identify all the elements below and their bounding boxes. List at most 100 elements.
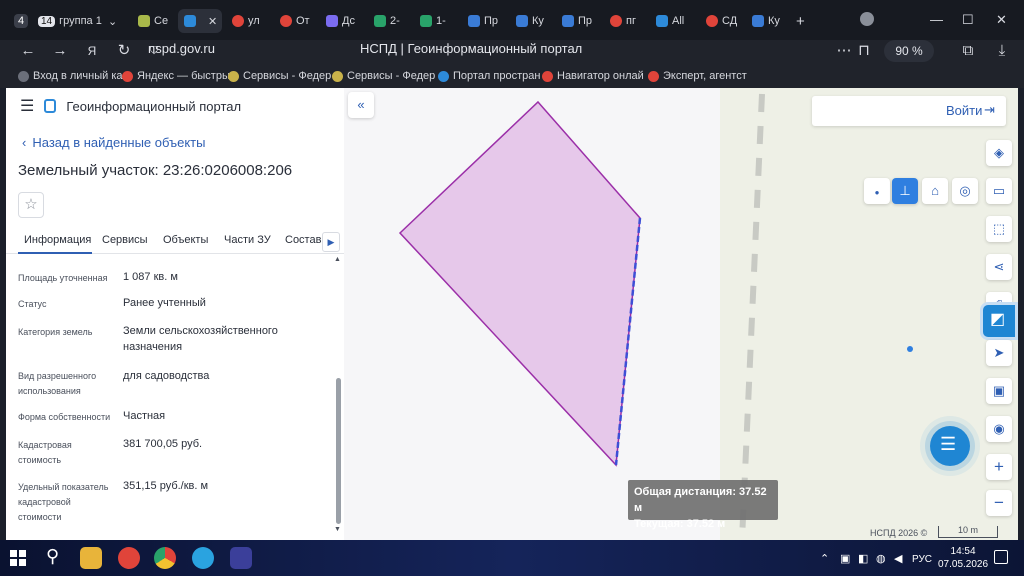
sidebar-scrollbar-thumb[interactable]: [336, 378, 341, 524]
volume-icon[interactable]: ◀: [894, 552, 902, 565]
profile-avatar[interactable]: [860, 12, 874, 26]
measure-area-button[interactable]: ⌂: [922, 178, 948, 204]
search-place-button[interactable]: ◉: [986, 416, 1012, 442]
layers-button[interactable]: ◈: [986, 140, 1012, 166]
chrome-icon[interactable]: [154, 547, 176, 569]
new-tab-button[interactable]: +: [796, 9, 816, 33]
bookmark-item[interactable]: Яндекс — быстры: [122, 70, 230, 82]
map-attribution: НСПД 2026 ©: [870, 528, 928, 538]
back-icon[interactable]: ←: [16, 40, 40, 64]
tab-parts[interactable]: Части ЗУ: [224, 234, 271, 246]
tray-app-icon[interactable]: ▣: [840, 552, 850, 565]
tab-16[interactable]: Ку: [752, 9, 786, 33]
minimize-button[interactable]: —: [930, 12, 943, 27]
zoom-indicator[interactable]: 90 %: [884, 40, 934, 62]
active-tab-indicator: [18, 252, 92, 254]
select-area-button[interactable]: ⬚: [986, 216, 1012, 242]
double-chevron-left-icon: «: [357, 97, 365, 112]
collections-icon[interactable]: ⧉: [956, 40, 980, 64]
tab-11[interactable]: Ку: [516, 9, 550, 33]
line-icon: ⊥: [899, 183, 911, 198]
locate-button[interactable]: ➤: [986, 340, 1012, 366]
tabs-scroll-right-button[interactable]: ▶: [322, 232, 340, 252]
zoom-in-button[interactable]: +: [986, 454, 1012, 480]
tray-app-icon[interactable]: ◧: [858, 552, 868, 565]
yandex-icon[interactable]: Я: [80, 40, 104, 64]
bookmark-item[interactable]: Сервисы - Федер: [228, 70, 331, 82]
measure-point-button[interactable]: ●: [864, 178, 890, 204]
tab-services[interactable]: Сервисы: [102, 234, 148, 246]
tab-5[interactable]: ул: [232, 9, 266, 33]
tab-info[interactable]: Информация: [24, 234, 91, 246]
clock[interactable]: 14:54 07.05.2026: [938, 545, 988, 571]
tab-favicon-icon: [138, 15, 150, 27]
network-icon[interactable]: ◍: [876, 552, 886, 565]
tab-active[interactable]: ✕: [178, 9, 222, 33]
tab-8[interactable]: 2-: [374, 9, 408, 33]
tab-15[interactable]: СД: [706, 9, 740, 33]
address-bar[interactable]: nspd.gov.ru: [148, 41, 215, 56]
map-canvas[interactable]: « Войти ⇥ ◈ ● ⊥ ⌂ ◎ ▭ ⬚ ⋖ ⎙ ◩ ➤ ▣ ◉ + − …: [344, 88, 1018, 540]
language-indicator[interactable]: РУС: [912, 554, 932, 565]
favorite-button[interactable]: ☆: [18, 192, 44, 218]
share-button[interactable]: ⋖: [986, 254, 1012, 280]
page-viewport: ☰ Геоинформационный портал ‹ Назад в найд…: [6, 88, 1018, 540]
tab-favicon-icon: [280, 15, 292, 27]
feedback-icon: ◩: [990, 311, 1006, 328]
search-icon[interactable]: ⚲: [46, 546, 59, 567]
feedback-tab[interactable]: ◩: [980, 302, 1018, 340]
tab-6[interactable]: От: [280, 9, 314, 33]
tab-9[interactable]: 1-: [420, 9, 454, 33]
telegram-icon[interactable]: [192, 547, 214, 569]
radius-icon: ◎: [959, 183, 971, 198]
reload-icon[interactable]: ↻: [112, 40, 136, 64]
tab-12[interactable]: Пр: [562, 9, 596, 33]
chat-button[interactable]: ☰: [930, 426, 970, 466]
tab-3[interactable]: Се: [138, 9, 172, 33]
bookmark-favicon-icon: [648, 70, 659, 82]
app-icon[interactable]: [230, 547, 252, 569]
tray-chevron-icon[interactable]: ⌃: [820, 552, 829, 565]
logo-icon: [44, 99, 57, 113]
bookmark-item[interactable]: Портал простран: [438, 70, 540, 82]
minimap-button[interactable]: ▣: [986, 378, 1012, 404]
bookmark-item[interactable]: Эксперт, агентст: [648, 70, 747, 82]
tab-favicon-icon: [706, 15, 718, 27]
zoom-out-button[interactable]: −: [986, 490, 1012, 516]
scroll-up-icon[interactable]: ▲: [334, 256, 341, 263]
maximize-button[interactable]: ☐: [962, 12, 974, 28]
chevron-left-icon: ‹: [22, 135, 27, 150]
prop-value: 351,15 руб./кв. м: [123, 480, 209, 492]
file-explorer-icon[interactable]: [80, 547, 102, 569]
bookmark-item[interactable]: Навигатор онлай: [542, 70, 644, 82]
land-parcel[interactable]: [398, 100, 641, 467]
measure-line-button[interactable]: ⊥: [892, 178, 918, 204]
login-box[interactable]: Войти ⇥: [812, 96, 1006, 126]
tab-composition[interactable]: Состав: [285, 234, 321, 246]
tab-counter[interactable]: 4: [14, 9, 34, 33]
start-icon[interactable]: [10, 550, 26, 566]
yandex-browser-icon[interactable]: [118, 547, 140, 569]
measure-radius-button[interactable]: ◎: [952, 178, 978, 204]
ruler-button[interactable]: ▭: [986, 178, 1012, 204]
bookmark-item[interactable]: Вход в личный ка: [18, 70, 123, 82]
tab-10[interactable]: Пр: [468, 9, 502, 33]
prop-value: Земли сельскохозяйственного назначения: [123, 325, 278, 353]
menu-icon[interactable]: ☰: [20, 96, 34, 116]
back-link[interactable]: ‹ Назад в найденные объекты: [22, 135, 205, 150]
bookmark-icon[interactable]: ⊓: [852, 40, 876, 64]
tab-13[interactable]: пг: [610, 9, 644, 33]
tab-group-expand[interactable]: ⌄: [108, 9, 124, 33]
close-window-button[interactable]: ✕: [996, 12, 1007, 28]
bookmark-item[interactable]: Сервисы - Федер: [332, 70, 435, 82]
scroll-down-icon[interactable]: ▼: [334, 526, 341, 533]
tab-objects[interactable]: Объекты: [163, 234, 208, 246]
tab-group[interactable]: 14 группа 1: [38, 9, 104, 33]
tab-7[interactable]: Дс: [326, 9, 360, 33]
tab-14[interactable]: All: [656, 9, 690, 33]
forward-icon[interactable]: →: [48, 40, 72, 64]
close-icon[interactable]: ✕: [208, 15, 217, 28]
downloads-icon[interactable]: ⤓: [990, 40, 1014, 64]
notifications-icon[interactable]: [994, 550, 1008, 564]
collapse-sidebar-button[interactable]: «: [348, 92, 374, 118]
